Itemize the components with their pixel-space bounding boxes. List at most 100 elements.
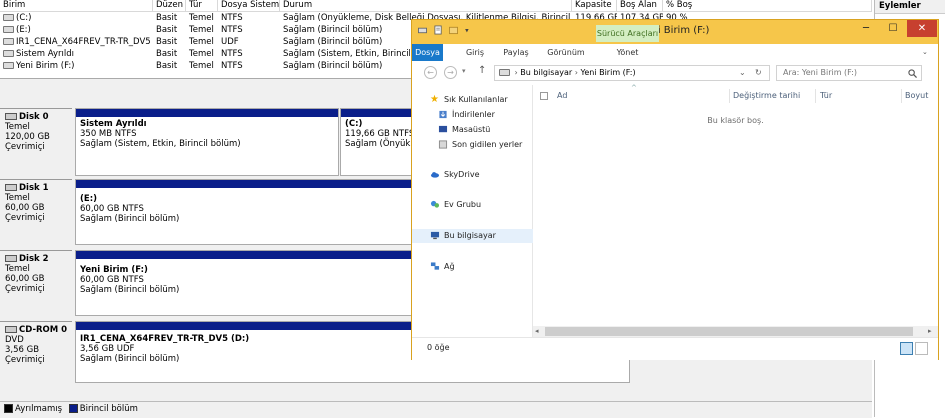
volume-type: Temel <box>189 61 214 71</box>
volume-fs: UDF <box>221 37 239 47</box>
tab-dosya[interactable]: Dosya <box>412 44 443 61</box>
column-header-dosya-sistemi[interactable]: Dosya Sistemi <box>218 0 280 11</box>
drive-icon <box>3 26 14 33</box>
disk-name: Disk 2 <box>19 254 49 264</box>
address-bar[interactable]: › Bu bilgisayar › Yeni Birim (F:) ⌄ ↻ <box>494 65 770 81</box>
disk-state: Çevrimiçi <box>5 355 45 365</box>
disk-label-disk1[interactable]: Disk 1 Temel 60,00 GB Çevrimiçi <box>0 179 72 245</box>
scrollbar-thumb[interactable] <box>545 327 913 336</box>
disk-kind: Temel <box>5 193 30 203</box>
disk-label-disk0[interactable]: Disk 0 Temel 120,00 GB Çevrimiçi <box>0 108 72 176</box>
back-button[interactable]: ← <box>424 66 437 79</box>
disk-state: Çevrimiçi <box>5 213 45 223</box>
cd-drive-icon <box>3 38 14 45</box>
column-header-ad[interactable]: Ad <box>557 89 567 103</box>
recent-locations-icon[interactable]: ▾ <box>462 67 466 75</box>
horizontal-scrollbar[interactable]: ◂ ▸ <box>533 326 938 337</box>
close-button[interactable]: ✕ <box>907 20 937 37</box>
breadcrumb-separator-icon: › <box>514 68 518 77</box>
disk-label-disk2[interactable]: Disk 2 Temel 60,00 GB Çevrimiçi <box>0 250 72 316</box>
context-tab-group-label: Sürücü Araçları <box>596 25 659 42</box>
nav-label: SkyDrive <box>444 170 480 179</box>
disk-icon <box>5 113 17 120</box>
tab-gorunum[interactable]: Görünüm <box>540 44 592 61</box>
drive-icon <box>3 14 14 21</box>
scroll-right-icon[interactable]: ▸ <box>928 327 932 335</box>
actions-title: Eylemler <box>875 0 945 14</box>
nav-item-network[interactable]: Ağ <box>412 260 549 274</box>
partition-sistem-ayrildi[interactable]: Sistem Ayrıldı 350 MB NTFS Sağlam (Siste… <box>75 108 339 176</box>
disk-size: 120,00 GB <box>5 132 50 142</box>
large-icons-view-button[interactable] <box>915 342 928 355</box>
volume-fs: NTFS <box>221 61 243 71</box>
title-bar[interactable]: ▾ Yeni Birim (F:) Sürücü Araçları ─ ☐ ✕ <box>412 20 938 44</box>
nav-label: Ev Grubu <box>444 200 482 209</box>
column-header-tur[interactable]: Tür <box>186 0 218 11</box>
column-header-degistirme-tarihi[interactable]: Değiştirme tarihi <box>733 89 800 103</box>
disk-name: Disk 1 <box>19 183 49 193</box>
nav-item-homegroup[interactable]: Ev Grubu <box>412 198 549 212</box>
volume-status: Sağlam (Birincil bölüm) <box>283 37 383 47</box>
drive-icon <box>499 69 510 76</box>
disk-label-cdrom0[interactable]: CD-ROM 0 DVD 3,56 GB Çevrimiçi <box>0 321 72 383</box>
tab-yonet[interactable]: Yönet <box>596 44 659 61</box>
breadcrumb-bu-bilgisayar[interactable]: Bu bilgisayar <box>520 68 572 77</box>
column-header-kapasite[interactable]: Kapasite <box>572 0 617 11</box>
search-input[interactable]: Ara: Yeni Birim (F:) <box>776 65 922 81</box>
nav-label: Sık Kullanılanlar <box>444 95 508 104</box>
empty-folder-message: Bu klasör boş. <box>707 116 764 125</box>
volume-name: Sistem Ayrıldı <box>16 49 74 59</box>
breadcrumb-yeni-birim[interactable]: Yeni Birim (F:) <box>581 68 636 77</box>
volume-status: Sağlam (Birincil bölüm) <box>283 25 383 35</box>
partition-bar <box>76 109 338 117</box>
column-header-yuzde-bos[interactable]: % Boş <box>663 0 872 11</box>
breadcrumb-separator-icon: › <box>574 68 578 77</box>
nav-item-favorites[interactable]: ★ Sık Kullanılanlar <box>412 93 549 107</box>
volume-type: Temel <box>189 37 214 47</box>
nav-item-skydrive[interactable]: SkyDrive <box>412 168 549 182</box>
maximize-button[interactable]: ☐ <box>880 20 906 37</box>
computer-icon <box>430 231 440 240</box>
column-header-birim[interactable]: Birim <box>0 0 153 11</box>
file-list: Ad ^ Değiştirme tarihi Tür Boyut Bu klas… <box>533 84 938 337</box>
tab-paylas[interactable]: Paylaş <box>496 44 536 61</box>
up-button[interactable]: ↑ <box>478 65 486 76</box>
volume-layout: Basit <box>156 25 178 35</box>
refresh-icon[interactable]: ↻ <box>755 66 762 80</box>
search-placeholder: Ara: Yeni Birim (F:) <box>783 68 857 77</box>
volume-type: Temel <box>189 49 214 59</box>
address-dropdown-icon[interactable]: ⌄ <box>739 66 746 80</box>
column-header-boyut[interactable]: Boyut <box>905 89 928 103</box>
legend-label: Ayrılmamış <box>15 404 63 414</box>
column-header-duzen[interactable]: Düzen <box>153 0 186 11</box>
column-header-bos-alan[interactable]: Boş Alan <box>617 0 663 11</box>
nav-item-this-pc[interactable]: Bu bilgisayar <box>412 229 549 243</box>
details-view-button[interactable] <box>900 342 913 355</box>
volume-fs: NTFS <box>221 49 243 59</box>
drive-icon <box>3 62 14 69</box>
star-icon: ★ <box>430 94 439 105</box>
column-header-durum[interactable]: Durum <box>280 0 572 11</box>
volume-name: IR1_CENA_X64FREV_TR-TR_DV5 (D:) <box>16 37 153 47</box>
column-header-tur[interactable]: Tür <box>820 89 832 103</box>
tab-giris[interactable]: Giriş <box>455 44 495 61</box>
disk-size: 60,00 GB <box>5 203 45 213</box>
volume-fs: NTFS <box>221 25 243 35</box>
forward-button[interactable]: → <box>444 66 457 79</box>
minimize-button[interactable]: ─ <box>853 20 879 37</box>
volume-layout: Basit <box>156 49 178 59</box>
disk-state: Çevrimiçi <box>5 142 45 152</box>
partition-title: Sistem Ayrıldı <box>80 119 147 129</box>
volume-name: (C:) <box>16 13 32 23</box>
disk-name: CD-ROM 0 <box>19 325 68 335</box>
select-all-checkbox[interactable] <box>540 92 548 100</box>
volume-fs: NTFS <box>221 13 243 23</box>
ribbon-tabs: Dosya Giriş Paylaş Görünüm Yönet ⌄ <box>412 44 938 62</box>
expand-ribbon-icon[interactable]: ⌄ <box>922 48 928 56</box>
disk-icon <box>5 184 17 191</box>
nav-label: Ağ <box>444 262 455 271</box>
legend-swatch-primary <box>68 404 78 413</box>
scroll-left-icon[interactable]: ◂ <box>535 327 539 335</box>
search-icon[interactable] <box>908 69 917 78</box>
disk-kind: Temel <box>5 122 30 132</box>
